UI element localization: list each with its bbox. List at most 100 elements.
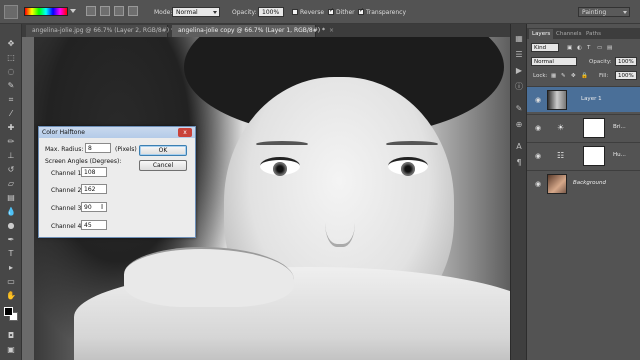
type-tool-icon[interactable]: T	[5, 248, 17, 260]
filter-type-icon[interactable]: T	[587, 45, 590, 51]
visibility-eye-icon[interactable]: ◉	[535, 152, 541, 160]
layer-name[interactable]: Hu...	[613, 152, 626, 158]
history-brush-tool-icon[interactable]: ↺	[5, 164, 17, 176]
reverse-checkbox[interactable]	[292, 9, 298, 15]
visibility-eye-icon[interactable]: ◉	[535, 96, 541, 104]
tab-channels[interactable]: Channels	[553, 29, 584, 39]
radial-gradient-button[interactable]	[100, 6, 110, 16]
filter-pixel-icon[interactable]: ▣	[567, 45, 572, 51]
dodge-tool-icon[interactable]: ●	[5, 220, 17, 232]
mode-label: Mode:	[154, 9, 173, 16]
channel-2-input[interactable]: 162	[81, 184, 107, 194]
cancel-button[interactable]: Cancel	[139, 160, 187, 171]
lasso-tool-icon[interactable]: ◌	[5, 66, 17, 78]
lock-all-icon[interactable]: 🔒	[581, 73, 588, 79]
tab-paths[interactable]: Paths	[583, 29, 604, 39]
panel-tabs: Layers Channels Paths	[527, 28, 640, 39]
layer-name[interactable]: Background	[573, 180, 606, 186]
layer-row[interactable]: ◉ Layer 1	[527, 86, 640, 112]
text-cursor-icon: I	[101, 203, 104, 211]
reverse-label: Reverse	[300, 9, 325, 16]
blur-tool-icon[interactable]: 💧	[5, 206, 17, 218]
filter-smart-icon[interactable]: ▤	[607, 45, 612, 51]
layer-thumbnail	[547, 174, 567, 194]
max-radius-label: Max. Radius:	[45, 146, 84, 153]
layer-name[interactable]: Bri...	[613, 124, 626, 130]
foreground-color-swatch[interactable]	[4, 307, 13, 316]
screen-mode-icon[interactable]: ▣	[5, 344, 17, 356]
workspace-select[interactable]: Painting	[578, 7, 630, 17]
quick-select-tool-icon[interactable]: ✎	[5, 80, 17, 92]
layer-mask-thumbnail	[583, 118, 605, 138]
close-icon[interactable]: x	[178, 128, 192, 137]
dither-label: Dither	[336, 9, 355, 16]
layer-row[interactable]: ◉ ☀ Bri...	[527, 114, 640, 140]
actions-icon[interactable]: ▶	[514, 66, 524, 76]
document-tabs: angelina-jolie.jpg @ 66.7% (Layer 2, RGB…	[22, 24, 526, 37]
paragraph-icon[interactable]: ¶	[514, 158, 524, 168]
filter-adjust-icon[interactable]: ◐	[577, 45, 582, 51]
angle-gradient-button[interactable]	[114, 6, 124, 16]
channel-4-input[interactable]: 45	[81, 220, 107, 230]
quick-mask-icon[interactable]: ◘	[5, 330, 17, 342]
lock-label: Lock:	[533, 73, 548, 79]
dither-checkbox[interactable]	[328, 7, 334, 15]
brush-tool-icon[interactable]: ✏	[5, 136, 17, 148]
max-radius-input[interactable]: 8	[85, 143, 111, 153]
layers-panel: Layers Channels Paths Kind ▣ ◐ T ▭ ▤ Nor…	[526, 24, 640, 360]
pen-tool-icon[interactable]: ✒	[5, 234, 17, 246]
reflected-gradient-button[interactable]	[128, 6, 138, 16]
panel-opacity-label: Opacity:	[589, 59, 612, 65]
path-select-tool-icon[interactable]: ▸	[5, 262, 17, 274]
gradient-tool-icon[interactable]	[4, 5, 18, 19]
layer-row[interactable]: ◉ ☷ Hu...	[527, 142, 640, 168]
panel-dock: ▦ ☰ ▶ ⓘ ✎ ⊕ A ¶	[510, 24, 526, 360]
eraser-tool-icon[interactable]: ▱	[5, 178, 17, 190]
move-tool-icon[interactable]: ✥	[5, 38, 17, 50]
tab-document-1[interactable]: angelina-jolie.jpg @ 66.7% (Layer 2, RGB…	[26, 25, 183, 37]
screen-angles-label: Screen Angles (Degrees):	[45, 158, 122, 165]
kind-filter-select[interactable]: Kind	[531, 43, 559, 52]
gradient-tool-icon[interactable]: ▤	[5, 192, 17, 204]
mode-select[interactable]: Normal	[172, 7, 220, 17]
lock-position-icon[interactable]: ✥	[571, 73, 576, 79]
hue-saturation-adjustment-icon: ☷	[557, 151, 565, 160]
character-icon[interactable]: A	[514, 142, 524, 152]
channel-2-label: Channel 2:	[51, 187, 84, 194]
marquee-tool-icon[interactable]: ⬚	[5, 52, 17, 64]
transparency-checkbox[interactable]	[358, 7, 364, 15]
crop-tool-icon[interactable]: ⌗	[5, 94, 17, 106]
channel-1-input[interactable]: 108	[81, 167, 107, 177]
stamp-tool-icon[interactable]: ⊥	[5, 150, 17, 162]
layer-name[interactable]: Layer 1	[581, 96, 602, 102]
options-bar: Mode: Normal Opacity: 100% Reverse Dithe…	[0, 0, 640, 24]
clone-source-icon[interactable]: ⊕	[514, 120, 524, 130]
fill-input[interactable]: 100%	[615, 71, 637, 80]
tab-document-2[interactable]: angelina-jolie copy @ 66.7% (Layer 1, RG…	[172, 25, 334, 37]
panel-opacity-input[interactable]: 100%	[615, 57, 637, 66]
blend-mode-select[interactable]: Normal	[531, 57, 577, 66]
healing-tool-icon[interactable]: ✚	[5, 122, 17, 134]
visibility-eye-icon[interactable]: ◉	[535, 124, 541, 132]
gradient-picker[interactable]	[24, 7, 68, 16]
shape-tool-icon[interactable]: ▭	[5, 276, 17, 288]
channel-3-input[interactable]: 90	[81, 202, 107, 212]
brush-presets-icon[interactable]: ✎	[514, 104, 524, 114]
lock-pixels-icon[interactable]: ✎	[561, 73, 566, 79]
opacity-input[interactable]: 100%	[258, 7, 284, 17]
visibility-eye-icon[interactable]: ◉	[535, 180, 541, 188]
linear-gradient-button[interactable]	[86, 6, 96, 16]
ok-button[interactable]: OK	[139, 145, 187, 156]
tab-layers[interactable]: Layers	[529, 29, 554, 39]
filter-shape-icon[interactable]: ▭	[597, 45, 602, 51]
hand-tool-icon[interactable]: ✋	[5, 290, 17, 302]
info-icon[interactable]: ⓘ	[514, 82, 524, 92]
history-icon[interactable]: ▦	[514, 34, 524, 44]
channel-3-label: Channel 3:	[51, 205, 84, 212]
layer-row[interactable]: ◉ Background	[527, 170, 640, 196]
eyedropper-tool-icon[interactable]: ⁄	[5, 108, 17, 120]
lock-transparent-icon[interactable]: ▦	[551, 73, 556, 79]
chevron-down-icon[interactable]	[70, 9, 76, 13]
channel-1-label: Channel 1:	[51, 170, 84, 177]
properties-icon[interactable]: ☰	[514, 50, 524, 60]
